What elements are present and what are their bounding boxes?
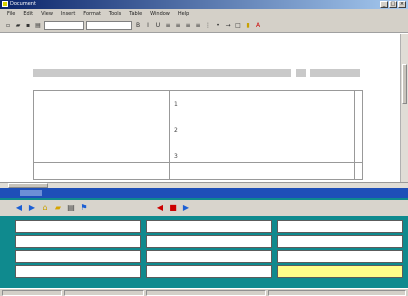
mark-3: 3 bbox=[174, 153, 178, 160]
style-select[interactable] bbox=[44, 21, 84, 30]
menu-tools[interactable]: Tools bbox=[108, 11, 122, 17]
stop-icon[interactable]: ■ bbox=[168, 203, 178, 213]
mark-1: 1 bbox=[174, 101, 178, 108]
align-center-icon[interactable]: ≡ bbox=[174, 22, 182, 30]
panel-header-band bbox=[0, 188, 408, 198]
new-document-icon[interactable]: ▫ bbox=[4, 22, 12, 30]
bold-icon[interactable]: B bbox=[134, 22, 142, 30]
worksheet-table: 1 2 3 bbox=[33, 90, 363, 180]
menu-window[interactable]: Window bbox=[149, 11, 171, 17]
lesson-bar-cell bbox=[296, 69, 306, 77]
option-button-3-1[interactable] bbox=[15, 250, 141, 263]
menu-help[interactable]: Help bbox=[177, 11, 190, 17]
prev-arrow-icon[interactable]: ◀ bbox=[155, 203, 165, 213]
option-button-4-1[interactable] bbox=[15, 265, 141, 278]
status-segment-4 bbox=[268, 290, 406, 296]
folder-icon[interactable]: ▰ bbox=[53, 203, 63, 213]
app-icon bbox=[2, 1, 8, 7]
status-segment-3 bbox=[146, 290, 266, 296]
next-arrow-icon[interactable]: ▶ bbox=[181, 203, 191, 213]
menu-edit[interactable]: Edit bbox=[22, 11, 34, 17]
option-button-2-2[interactable] bbox=[146, 235, 272, 248]
save-icon[interactable]: ▪ bbox=[24, 22, 32, 30]
status-bar bbox=[0, 288, 408, 296]
home-icon[interactable]: ⌂ bbox=[40, 203, 50, 213]
formatting-toolbar: ▫ ▰ ▪ ▤ B I U ≡ ≡ ≡ ≡ ⋮ • → □ ▮ A bbox=[0, 19, 408, 33]
font-color-icon[interactable]: A bbox=[254, 22, 262, 30]
highlight-icon[interactable]: ▮ bbox=[244, 22, 252, 30]
vertical-scrollbar[interactable] bbox=[400, 34, 408, 182]
option-button-2-3[interactable] bbox=[277, 235, 403, 248]
option-button-4-2[interactable] bbox=[146, 265, 272, 278]
forward-icon[interactable]: ▶ bbox=[27, 203, 37, 213]
underline-icon[interactable]: U bbox=[154, 22, 162, 30]
lesson-bar-right bbox=[310, 69, 360, 77]
menu-insert[interactable]: Insert bbox=[60, 11, 76, 17]
status-segment-1 bbox=[2, 290, 62, 296]
option-button-grid bbox=[15, 220, 405, 280]
vertical-scroll-thumb[interactable] bbox=[402, 64, 407, 104]
option-button-1-1[interactable] bbox=[15, 220, 141, 233]
indent-icon[interactable]: → bbox=[224, 22, 232, 30]
open-icon[interactable]: ▰ bbox=[14, 22, 22, 30]
border-icon[interactable]: □ bbox=[234, 22, 242, 30]
title-bar: Document _ □ × bbox=[0, 0, 408, 9]
option-button-2-1[interactable] bbox=[15, 235, 141, 248]
option-button-1-3[interactable] bbox=[277, 220, 403, 233]
document-area[interactable]: 1 2 3 bbox=[0, 34, 400, 182]
menu-file[interactable]: File bbox=[6, 11, 16, 17]
panel-icon-row: ◀ ▶ ⌂ ▰ ▤ ⚑ ◀ ■ ▶ bbox=[0, 200, 408, 216]
menu-format[interactable]: Format bbox=[82, 11, 102, 17]
answer-column[interactable]: 1 2 3 bbox=[170, 91, 354, 179]
table-bottom-line bbox=[33, 162, 363, 163]
highlighted-option-button[interactable] bbox=[277, 265, 403, 278]
option-button-1-2[interactable] bbox=[146, 220, 272, 233]
align-right-icon[interactable]: ≡ bbox=[184, 22, 192, 30]
window-title: Document bbox=[10, 1, 36, 7]
label-column bbox=[34, 91, 170, 179]
font-select[interactable] bbox=[86, 21, 132, 30]
menu-table[interactable]: Table bbox=[128, 11, 143, 17]
justify-icon[interactable]: ≡ bbox=[194, 22, 202, 30]
print-icon[interactable]: ▤ bbox=[66, 203, 76, 213]
option-button-3-2[interactable] bbox=[146, 250, 272, 263]
numbering-icon[interactable]: ⋮ bbox=[204, 22, 212, 30]
menu-view[interactable]: View bbox=[40, 11, 54, 17]
bullets-icon[interactable]: • bbox=[214, 22, 222, 30]
print-icon[interactable]: ▤ bbox=[34, 22, 42, 30]
status-segment-2 bbox=[64, 290, 144, 296]
align-left-icon[interactable]: ≡ bbox=[164, 22, 172, 30]
italic-icon[interactable]: I bbox=[144, 22, 152, 30]
back-icon[interactable]: ◀ bbox=[14, 203, 24, 213]
mark-2: 2 bbox=[174, 127, 178, 134]
close-button[interactable]: × bbox=[398, 1, 406, 8]
menu-bar: File Edit View Insert Format Tools Table… bbox=[0, 9, 408, 19]
window-controls: _ □ × bbox=[380, 1, 406, 8]
option-button-3-3[interactable] bbox=[277, 250, 403, 263]
flag-icon[interactable]: ⚑ bbox=[79, 203, 89, 213]
panel-tab[interactable] bbox=[20, 190, 42, 196]
table-right-border bbox=[354, 91, 355, 179]
maximize-button[interactable]: □ bbox=[389, 1, 397, 8]
lesson-title-bar bbox=[33, 69, 291, 77]
minimize-button[interactable]: _ bbox=[380, 1, 388, 8]
